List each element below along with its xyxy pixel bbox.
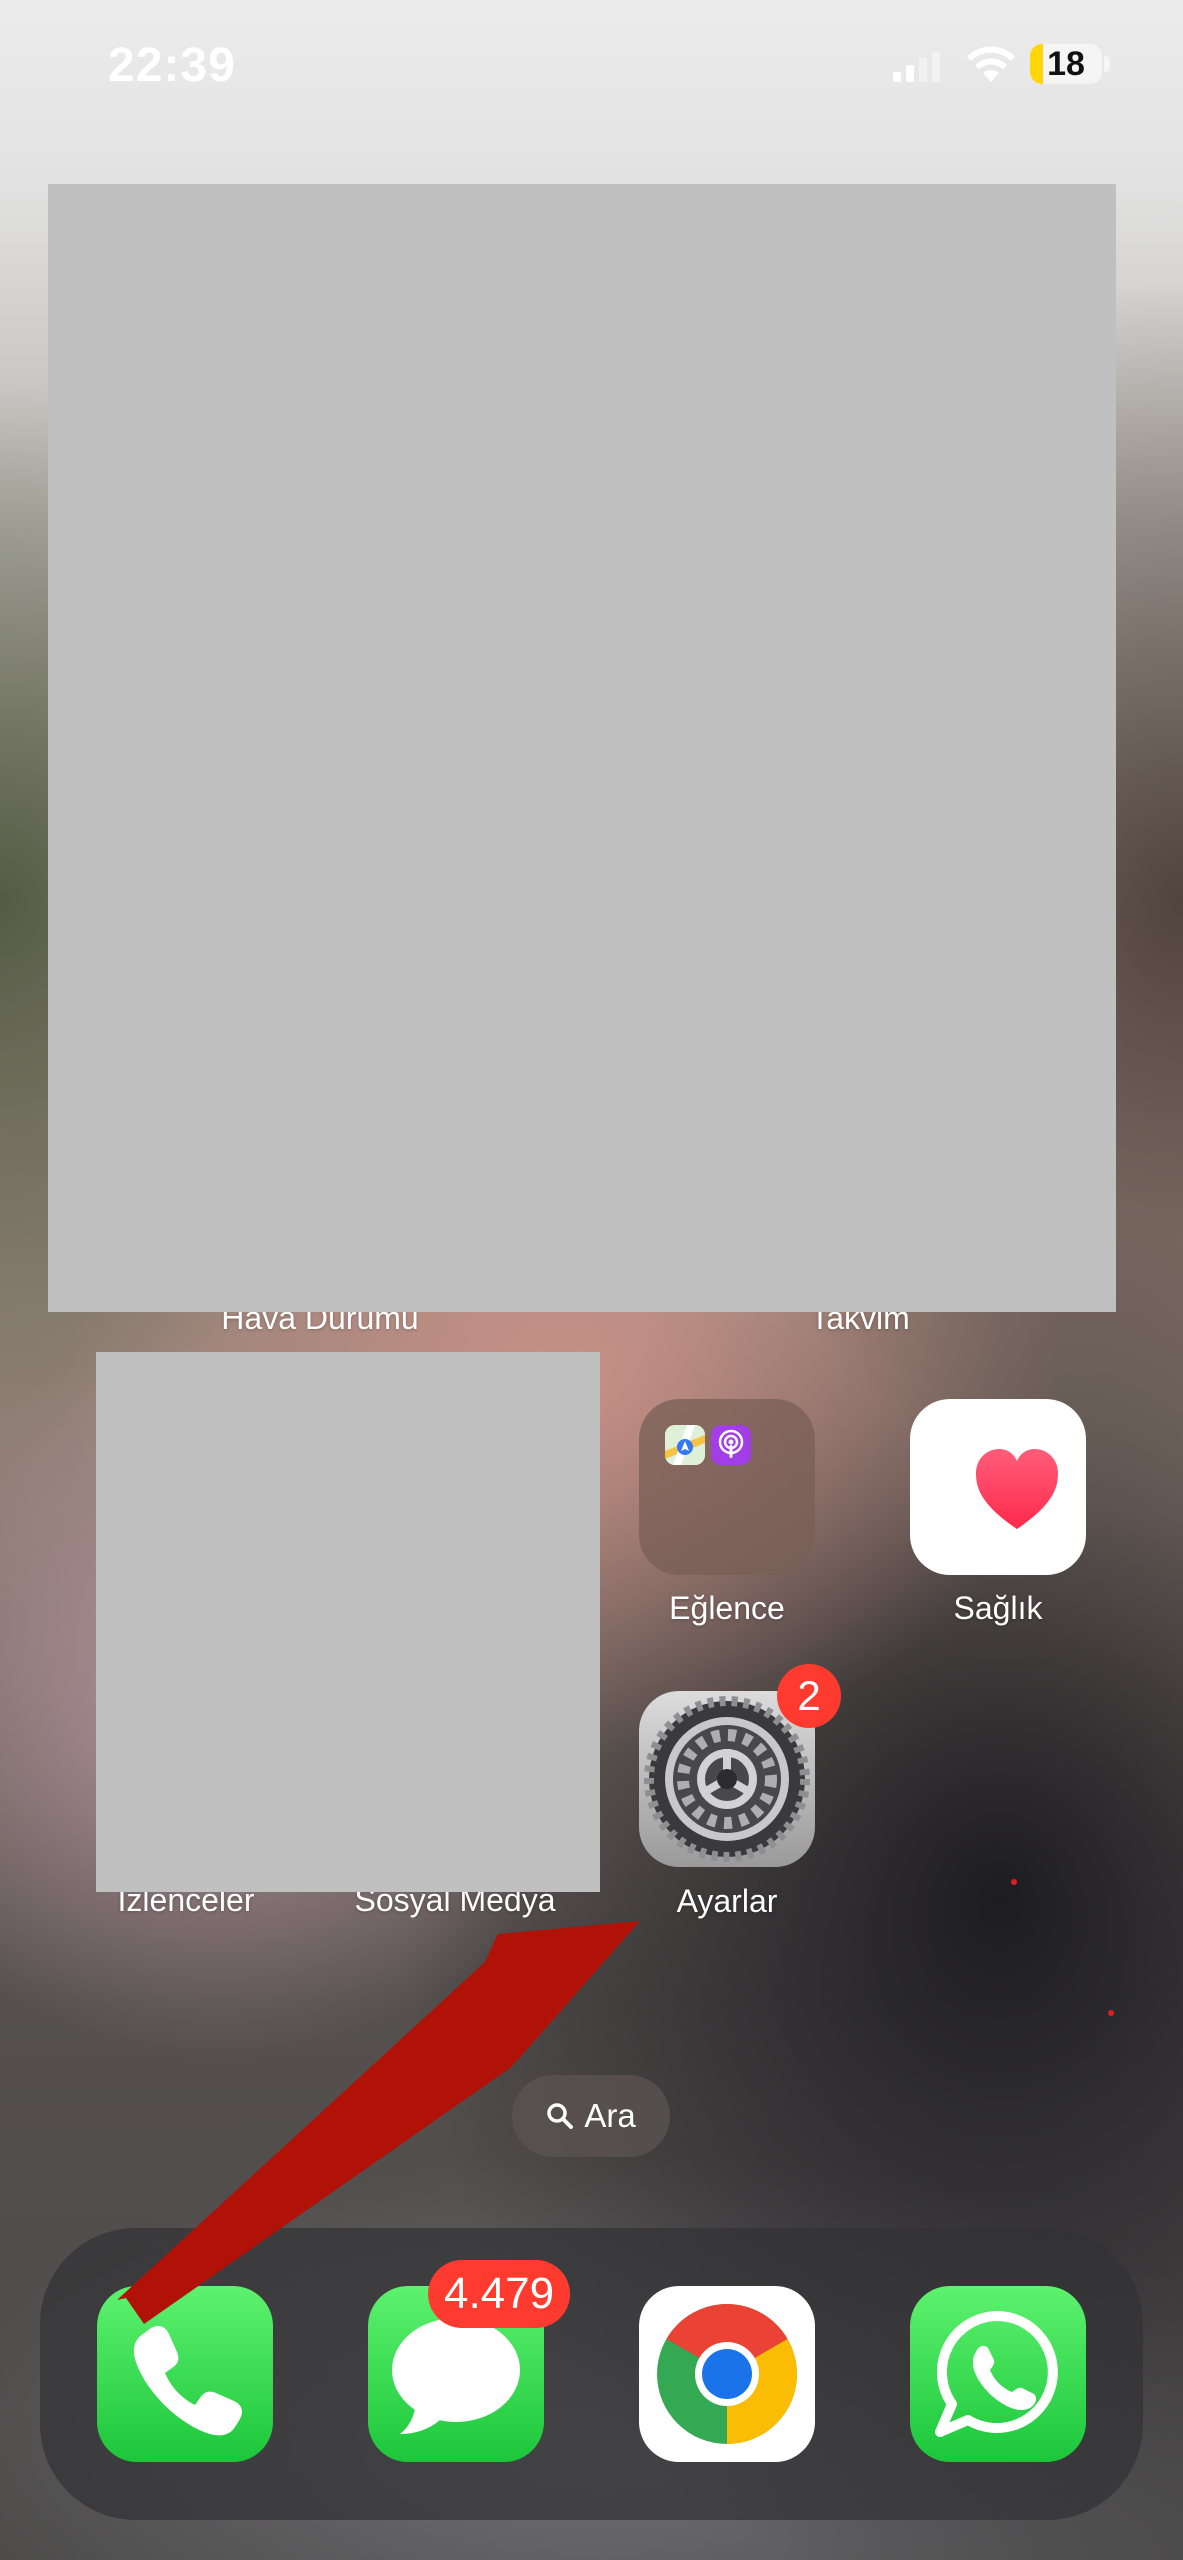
whatsapp-icon	[935, 2311, 1058, 2437]
maps-icon	[665, 1425, 705, 1465]
cellular-signal-icon	[893, 52, 940, 82]
calendar-label-clip: Takvim	[760, 1312, 960, 1336]
search-button[interactable]: Ara	[512, 2075, 670, 2157]
heart-icon	[976, 1449, 1058, 1529]
watchlist-label: İzlenceler	[117, 1892, 255, 1918]
dock-chrome[interactable]	[639, 2286, 815, 2462]
calendar-widget-label: Takvim	[810, 1312, 910, 1336]
weather-label-clip: Hava Durumu	[150, 1312, 490, 1336]
status-time: 22:39	[108, 39, 236, 92]
status-bar: 22:39 18	[0, 0, 1183, 140]
folder-entertainment-label: Eğlence	[669, 1590, 785, 1626]
wifi-icon	[967, 46, 1015, 82]
red-dot-mark	[1011, 1879, 1017, 1885]
battery-icon: 18	[1030, 44, 1102, 84]
weather-widget-label: Hava Durumu	[221, 1312, 419, 1336]
small-widget-redacted[interactable]	[96, 1352, 600, 1892]
battery-level: 18	[1047, 44, 1085, 83]
messages-badge: 4.479	[428, 2260, 571, 2328]
app-settings-label: Ayarlar	[676, 1883, 778, 1919]
app-health[interactable]	[910, 1399, 1086, 1575]
app-health-label: Sağlık	[953, 1590, 1043, 1626]
settings-badge: 2	[777, 1664, 841, 1728]
social-media-label-clip: Sosyal Medya	[330, 1892, 580, 1918]
dock-whatsapp[interactable]	[910, 2286, 1086, 2462]
watchlist-label-clip: İzlenceler	[96, 1892, 276, 1918]
dock-phone[interactable]	[97, 2286, 273, 2462]
widget-area-redacted[interactable]	[48, 184, 1116, 1312]
folder-entertainment[interactable]	[639, 1399, 815, 1575]
battery-tip	[1104, 56, 1110, 72]
search-label: Ara	[584, 2097, 636, 2134]
red-dot-mark	[1108, 2010, 1114, 2016]
social-media-label: Sosyal Medya	[354, 1892, 556, 1918]
phone-icon	[133, 2326, 242, 2436]
chrome-icon	[657, 2304, 797, 2444]
magnifier-icon	[547, 2103, 574, 2129]
podcasts-icon	[711, 1425, 751, 1465]
